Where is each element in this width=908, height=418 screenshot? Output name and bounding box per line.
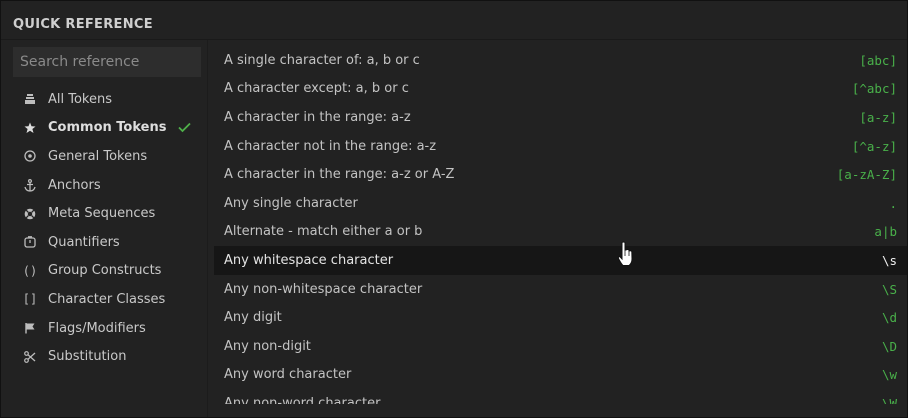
sidebar-item-anchors[interactable]: Anchors bbox=[1, 171, 207, 200]
anchor-icon bbox=[23, 178, 37, 192]
stack-icon bbox=[23, 92, 37, 106]
sidebar-item-flags-modifiers[interactable]: Flags/Modifiers bbox=[1, 314, 207, 343]
check-icon bbox=[178, 121, 191, 137]
search-input[interactable] bbox=[13, 47, 201, 77]
target-icon bbox=[23, 149, 37, 163]
token-row[interactable]: Any non-digit \D bbox=[214, 332, 907, 361]
token-list: A single character of: a, b or c [abc] A … bbox=[214, 46, 907, 404]
sidebar-item-label: Meta Sequences bbox=[48, 206, 156, 222]
sidebar-item-label: Quantifiers bbox=[48, 234, 120, 250]
sidebar-item-substitution[interactable]: Substitution bbox=[1, 342, 207, 371]
sidebar-item-label: Flags/Modifiers bbox=[48, 320, 146, 336]
token-description: Alternate - match either a or b bbox=[224, 224, 423, 240]
sidebar-divider bbox=[207, 40, 208, 417]
token-syntax: \S bbox=[881, 281, 897, 297]
token-syntax: [abc] bbox=[859, 52, 897, 68]
quick-reference-panel: QUICK REFERENCE All Tokens Common Tokens bbox=[0, 0, 908, 418]
star-icon bbox=[23, 121, 37, 135]
token-syntax: \W bbox=[881, 395, 897, 404]
category-nav: All Tokens Common Tokens General Tokens bbox=[1, 85, 207, 371]
token-syntax: \w bbox=[881, 367, 897, 383]
token-description: Any single character bbox=[224, 195, 358, 211]
hand-pointer-icon bbox=[617, 241, 633, 271]
token-syntax: . bbox=[889, 195, 897, 211]
token-row[interactable]: Any digit \d bbox=[214, 303, 907, 332]
lifebuoy-icon bbox=[23, 207, 37, 221]
flag-icon bbox=[23, 321, 37, 335]
panel-header: QUICK REFERENCE bbox=[1, 1, 907, 40]
token-row-hovered[interactable]: Any whitespace character \s bbox=[214, 246, 907, 275]
token-syntax: a|b bbox=[874, 224, 897, 240]
token-description: A character in the range: a-z bbox=[224, 109, 411, 125]
sidebar-item-character-classes[interactable]: [] Character Classes bbox=[1, 285, 207, 314]
token-description: Any word character bbox=[224, 367, 352, 383]
sidebar-item-label: Common Tokens bbox=[48, 120, 167, 136]
token-description: A character in the range: a-z or A-Z bbox=[224, 167, 455, 183]
token-row[interactable]: A character in the range: a-z [a-z] bbox=[214, 103, 907, 132]
sidebar-item-label: Group Constructs bbox=[48, 263, 162, 279]
token-description: Any non-word character bbox=[224, 395, 381, 404]
sidebar-item-label: All Tokens bbox=[48, 91, 113, 107]
token-syntax: \D bbox=[881, 338, 897, 354]
brackets-icon: [] bbox=[22, 292, 38, 307]
token-row[interactable]: A character in the range: a-z or A-Z [a-z… bbox=[214, 160, 907, 189]
sidebar-item-label: Character Classes bbox=[48, 291, 166, 307]
token-row[interactable]: A character not in the range: a-z [^a-z] bbox=[214, 132, 907, 161]
token-syntax: [a-z] bbox=[859, 109, 897, 125]
token-description: A character except: a, b or c bbox=[224, 81, 409, 97]
sidebar-item-all-tokens[interactable]: All Tokens bbox=[1, 85, 207, 114]
token-row[interactable]: Any non-whitespace character \S bbox=[214, 275, 907, 304]
timer-icon bbox=[23, 235, 37, 249]
token-description: Any whitespace character bbox=[224, 252, 394, 268]
token-row[interactable]: A character except: a, b or c [^abc] bbox=[214, 75, 907, 104]
sidebar-item-label: Anchors bbox=[48, 177, 101, 193]
category-sidebar: All Tokens Common Tokens General Tokens bbox=[1, 40, 207, 417]
token-row[interactable]: A single character of: a, b or c [abc] bbox=[214, 46, 907, 75]
token-row[interactable]: Any single character. bbox=[214, 189, 907, 218]
token-syntax: \d bbox=[881, 310, 897, 326]
token-description: A character not in the range: a-z bbox=[224, 138, 437, 154]
token-row[interactable]: Alternate - match either a or b a|b bbox=[214, 218, 907, 247]
sidebar-item-meta-sequences[interactable]: Meta Sequences bbox=[1, 199, 207, 228]
token-syntax: [^abc] bbox=[851, 81, 897, 97]
sidebar-item-group-constructs[interactable]: () Group Constructs bbox=[1, 257, 207, 286]
token-syntax: [^a-z] bbox=[851, 138, 897, 154]
token-description: Any digit bbox=[224, 310, 282, 326]
token-syntax: [a-zA-Z] bbox=[836, 167, 897, 183]
sidebar-item-common-tokens[interactable]: Common Tokens bbox=[1, 114, 207, 143]
sidebar-item-general-tokens[interactable]: General Tokens bbox=[1, 142, 207, 171]
token-description: Any non-whitespace character bbox=[224, 281, 423, 297]
token-description: A single character of: a, b or c bbox=[224, 52, 420, 68]
scissors-icon bbox=[23, 350, 37, 364]
token-syntax: \s bbox=[881, 252, 897, 268]
token-description: Any non-digit bbox=[224, 338, 311, 354]
sidebar-item-quantifiers[interactable]: Quantifiers bbox=[1, 228, 207, 257]
token-row[interactable]: Any word character \w bbox=[214, 361, 907, 390]
sidebar-item-label: Substitution bbox=[48, 349, 127, 365]
token-row[interactable]: Any non-word character \W bbox=[214, 389, 907, 404]
panel-title: QUICK REFERENCE bbox=[13, 17, 153, 32]
parentheses-icon: () bbox=[22, 263, 38, 278]
sidebar-item-label: General Tokens bbox=[48, 148, 148, 164]
